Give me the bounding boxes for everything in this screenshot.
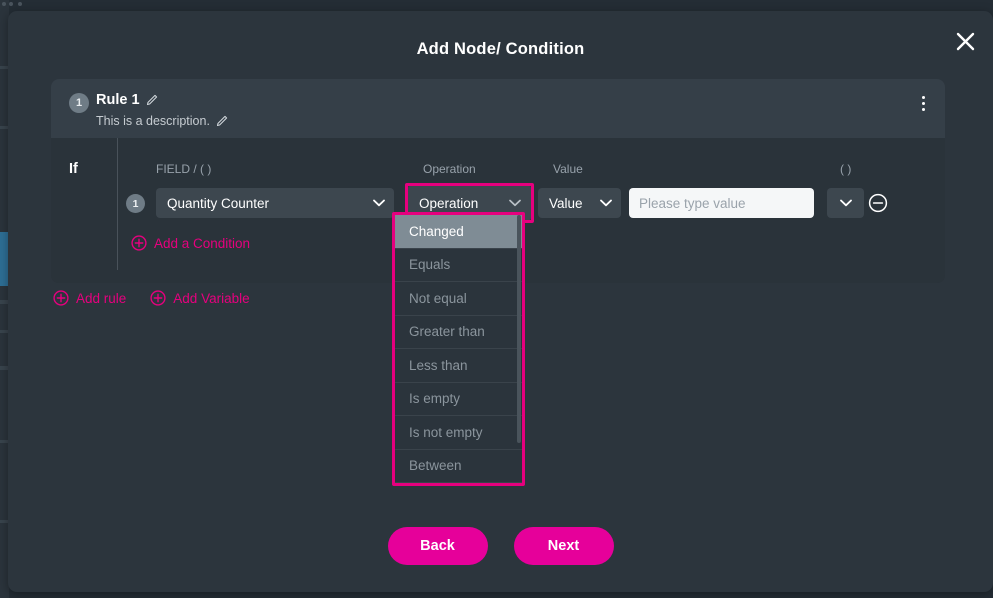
if-label: If (69, 161, 78, 177)
operation-option[interactable]: Not equal (395, 282, 522, 316)
column-header-value: Value (553, 162, 583, 176)
screen-root: Add Node/ Condition 1 Rule 1 This is a d… (0, 0, 993, 598)
column-header-field: FIELD / ( ) (156, 162, 212, 176)
plus-circle-icon (53, 290, 69, 306)
add-variable-label: Add Variable (173, 290, 250, 306)
modal-actions: Back Next (8, 527, 993, 565)
rule-header: 1 Rule 1 This is a description. (51, 79, 945, 138)
chevron-down-icon (840, 199, 852, 207)
rule-title: Rule 1 (96, 92, 158, 108)
operation-option[interactable]: Less than (395, 349, 522, 383)
pencil-icon[interactable] (146, 94, 158, 106)
operation-select-value: Operation (419, 195, 479, 211)
add-variable-button[interactable]: Add Variable (150, 290, 250, 306)
dropdown-scrollbar[interactable] (517, 215, 521, 443)
operation-option[interactable]: Is empty (395, 383, 522, 416)
operation-dropdown-menu: Changed Equals Not equal Greater than Less t… (392, 212, 525, 486)
rule-title-text: Rule 1 (96, 92, 140, 108)
kebab-menu-icon[interactable] (913, 91, 933, 115)
column-header-operation: Operation (423, 162, 476, 176)
add-rule-button[interactable]: Add rule (53, 290, 126, 306)
next-button[interactable]: Next (513, 527, 614, 565)
operation-option[interactable]: Greater than (395, 316, 522, 349)
column-header-paren: ( ) (840, 162, 852, 176)
background-window-dots (2, 2, 42, 10)
operation-options-list[interactable]: Changed Equals Not equal Greater than Less t… (395, 215, 522, 483)
add-rule-label: Add rule (76, 290, 127, 306)
condition-number-badge: 1 (126, 194, 145, 213)
add-condition-label: Add a Condition (154, 235, 251, 251)
paren-select[interactable] (827, 188, 864, 218)
remove-circle-icon[interactable] (867, 192, 889, 214)
chevron-down-icon (600, 199, 612, 207)
plus-circle-icon (150, 290, 166, 306)
value-type-select-value: Value (549, 195, 583, 211)
operation-option[interactable]: Changed (395, 215, 522, 249)
chevron-down-icon (373, 199, 385, 207)
close-icon[interactable] (947, 23, 983, 59)
value-type-select[interactable]: Value (538, 188, 621, 218)
operation-option[interactable]: Equals (395, 249, 522, 282)
plus-circle-icon (131, 235, 147, 251)
field-select-value: Quantity Counter (167, 195, 270, 211)
pencil-icon[interactable] (216, 115, 228, 127)
footer-links: Add rule Add Variable (53, 290, 250, 306)
background-accent-bar (0, 232, 8, 286)
divider (117, 138, 118, 270)
value-input[interactable] (629, 188, 814, 218)
back-button[interactable]: Back (387, 527, 488, 565)
page-title: Add Node/ Condition (416, 40, 585, 58)
rule-number-badge: 1 (69, 93, 89, 113)
field-select[interactable]: Quantity Counter (156, 188, 394, 218)
add-condition-button[interactable]: Add a Condition (131, 235, 250, 251)
rule-description: This is a description. (96, 114, 228, 128)
operation-option[interactable]: Is not empty (395, 416, 522, 450)
chevron-down-icon (509, 199, 521, 207)
operation-option[interactable]: Between (395, 450, 522, 483)
rule-description-text: This is a description. (96, 114, 210, 128)
